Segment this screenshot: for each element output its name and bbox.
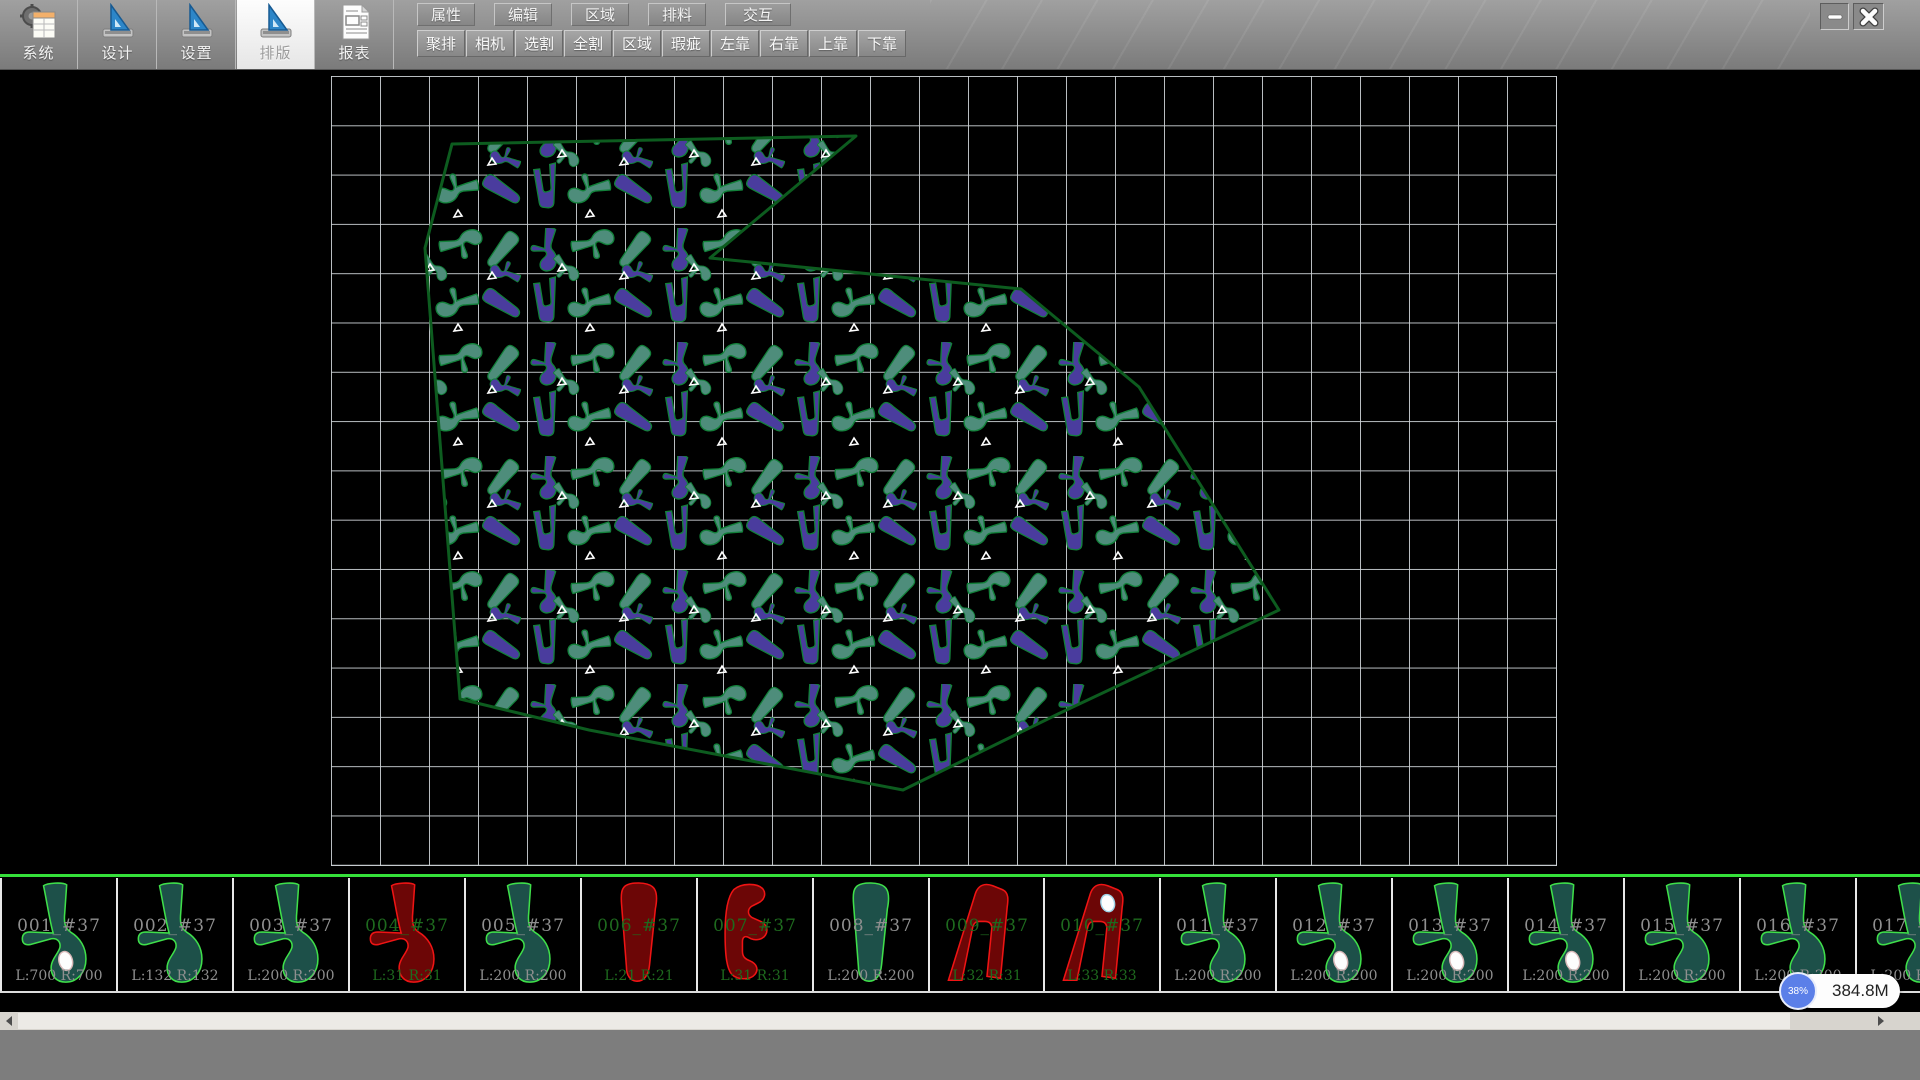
thumbnail-cell[interactable]: 007_#37 L:31 R:31 — [696, 878, 812, 991]
set-square-icon — [257, 3, 295, 43]
tool-defect[interactable]: 瑕疵 — [662, 30, 710, 57]
memory-usage-value: 384.8M — [1832, 974, 1889, 1008]
thumbnail-lr-count: L:700 R:700 — [2, 968, 116, 984]
thumbnail-cell[interactable]: 004_#37 L:31 R:31 — [348, 878, 464, 991]
thumbnail-cell[interactable]: 006_#37 L:21 R:21 — [580, 878, 696, 991]
close-button[interactable] — [1853, 3, 1884, 30]
thumbnail-label: 016_#37 — [1741, 916, 1855, 936]
thumbnail-lr-count: L:200 R:200 — [234, 968, 348, 984]
thumbnail-lr-count: L:200 R:200 — [466, 968, 580, 984]
mode-button-label: 设计 — [101, 46, 133, 61]
thumbnail-cell[interactable]: 012_#37 L:200 R:200 — [1275, 878, 1391, 991]
tool-snap-up[interactable]: 上靠 — [809, 30, 857, 57]
thumbnail-cell[interactable]: 003_#37 L:200 R:200 — [232, 878, 348, 991]
mode-button-system[interactable]: 系统 — [0, 0, 78, 69]
thumbnail-label: 007_#37 — [698, 916, 812, 936]
minimize-button[interactable] — [1820, 3, 1849, 30]
tool-region[interactable]: 区域 — [613, 30, 661, 57]
mode-button-nesting[interactable]: 排版 — [237, 0, 315, 69]
thumbnail-label: 001_#37 — [2, 916, 116, 936]
thumbnail-lr-count: L:200 R:200 — [1625, 968, 1739, 984]
scroll-left-button[interactable] — [0, 1012, 17, 1030]
thumbnail-cell[interactable]: 002_#37 L:132 R:132 — [116, 878, 232, 991]
thumbnail-label: 017_#37 — [1857, 916, 1920, 936]
thumbnail-lr-count: L:200 R:200 — [1277, 968, 1391, 984]
strip-top-border — [0, 874, 1920, 877]
thumbnail-label: 002_#37 — [118, 916, 232, 936]
set-square-icon — [99, 3, 137, 43]
thumbnail-label: 009_#37 — [930, 916, 1044, 936]
nesting-canvas-viewport[interactable] — [331, 76, 1557, 866]
mode-button-settings[interactable]: 设置 — [158, 0, 236, 69]
thumbnail-lr-count: L:200 R:200 — [1393, 968, 1507, 984]
thumbnail-label: 010_#37 — [1045, 916, 1159, 936]
thumbnail-cell[interactable]: 005_#37 L:200 R:200 — [464, 878, 580, 991]
thumbnail-label: 006_#37 — [582, 916, 696, 936]
chevron-right-icon — [1878, 1016, 1884, 1026]
gear-table-icon — [20, 3, 58, 43]
thumbnail-lr-count: L:200 R:200 — [1161, 968, 1275, 984]
tool-cut-all[interactable]: 全割 — [564, 30, 612, 57]
thumbnail-cell[interactable]: 008_#37 L:200 R:200 — [812, 878, 928, 991]
tool-snap-right[interactable]: 右靠 — [760, 30, 808, 57]
thumbnail-lr-count: L:33 R:33 — [1045, 968, 1159, 984]
scrollbar-thumb[interactable] — [18, 1013, 1790, 1029]
chevron-left-icon — [6, 1016, 12, 1026]
tool-snap-down[interactable]: 下靠 — [858, 30, 906, 57]
thumbnail-lr-count: L:21 R:21 — [582, 968, 696, 984]
scroll-right-button[interactable] — [1872, 1012, 1889, 1030]
thumbnail-lr-count: L:31 R:31 — [698, 968, 812, 984]
thumbnail-label: 012_#37 — [1277, 916, 1391, 936]
thumbnail-label: 014_#37 — [1509, 916, 1623, 936]
thumbnail-label: 015_#37 — [1625, 916, 1739, 936]
thumbnail-label: 011_#37 — [1161, 916, 1275, 936]
close-icon — [1859, 7, 1879, 27]
main-toolbar: 系统 设计 设置 排版 — [0, 0, 1920, 70]
tool-camera[interactable]: 相机 — [466, 30, 514, 57]
thumbnail-cell[interactable]: 013_#37 L:200 R:200 — [1391, 878, 1507, 991]
menu-edit[interactable]: 编辑 — [494, 3, 552, 26]
mode-button-label: 设置 — [180, 46, 212, 61]
menu-region[interactable]: 区域 — [571, 3, 629, 26]
thumbnail-label: 004_#37 — [350, 916, 464, 936]
mode-button-label: 排版 — [259, 46, 291, 61]
tool-cluster-nest[interactable]: 聚排 — [417, 30, 465, 57]
bottom-gray-bar — [0, 1030, 1920, 1080]
piece-thumbnail-strip: 001_#37L:700 R:700002_#37L:132 R:132003_… — [0, 878, 1920, 991]
usage-percent-indicator[interactable]: 38% — [1779, 972, 1817, 1010]
horizontal-scrollbar[interactable] — [0, 1012, 1920, 1030]
thumbnail-label: 013_#37 — [1393, 916, 1507, 936]
tool-select-cut[interactable]: 选割 — [515, 30, 563, 57]
thumbnail-lr-count: L:200 R:200 — [814, 968, 928, 984]
toolbar-texture — [930, 0, 1810, 69]
nesting-app-window: { "toolbar": { "main_buttons": [ {"label… — [0, 0, 1920, 1080]
thumbnail-cell[interactable]: 001_#37 L:700 R:700 — [0, 878, 116, 991]
thumbnail-cell[interactable]: 014_#37 L:200 R:200 — [1507, 878, 1623, 991]
report-icon — [336, 3, 374, 43]
tool-snap-left[interactable]: 左靠 — [711, 30, 759, 57]
mode-button-design[interactable]: 设计 — [79, 0, 157, 69]
mode-button-label: 报表 — [338, 46, 370, 61]
menu-properties[interactable]: 属性 — [417, 3, 475, 26]
menu-nesting[interactable]: 排料 — [648, 3, 706, 26]
usage-percent-value: 38% — [1788, 986, 1808, 997]
strip-bottom-border — [0, 991, 1920, 993]
thumbnail-label: 008_#37 — [814, 916, 928, 936]
minimize-icon — [1826, 8, 1844, 26]
thumbnail-cell[interactable]: 011_#37 L:200 R:200 — [1159, 878, 1275, 991]
thumbnail-cell[interactable]: 009_#37 L:32 R:31 — [928, 878, 1044, 991]
thumbnail-lr-count: L:132 R:132 — [118, 968, 232, 984]
thumbnail-cell[interactable]: 010_#37 L:33 R:33 — [1043, 878, 1159, 991]
menu-interact[interactable]: 交互 — [725, 3, 791, 26]
set-square-icon — [178, 3, 216, 43]
thumbnail-cell[interactable]: 015_#37 L:200 R:200 — [1623, 878, 1739, 991]
thumbnail-label: 005_#37 — [466, 916, 580, 936]
mode-button-label: 系统 — [22, 46, 54, 61]
thumbnail-lr-count: L:31 R:31 — [350, 968, 464, 984]
mode-button-report[interactable]: 报表 — [316, 0, 394, 69]
thumbnail-lr-count: L:32 R:31 — [930, 968, 1044, 984]
thumbnail-label: 003_#37 — [234, 916, 348, 936]
thumbnail-lr-count: L:200 R:200 — [1509, 968, 1623, 984]
